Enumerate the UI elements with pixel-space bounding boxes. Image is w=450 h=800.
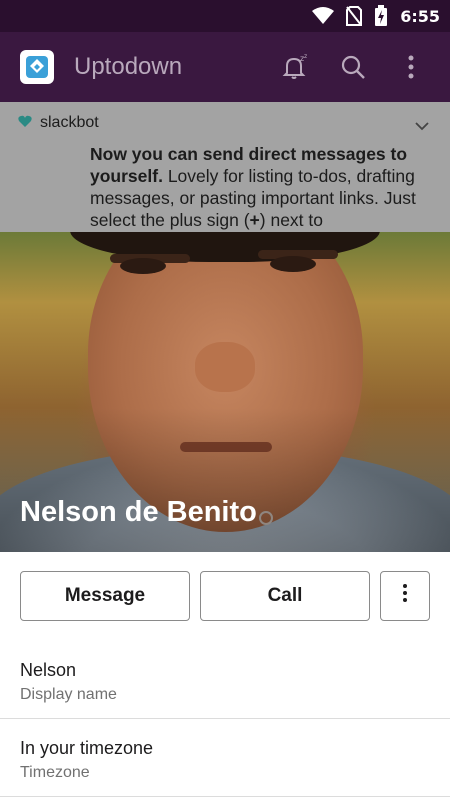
field-value: Nelson <box>20 660 77 680</box>
workspace-logo-icon[interactable] <box>20 50 54 84</box>
presence-icon <box>258 510 274 531</box>
call-button[interactable]: Call <box>200 571 370 621</box>
field-label: Display name <box>20 686 117 703</box>
status-time: 6:55 <box>400 6 440 26</box>
heart-icon <box>18 114 32 132</box>
field-display-name: Nelson Display name <box>0 646 450 724</box>
more-vertical-icon <box>402 583 408 609</box>
app-bar: Uptodown z z <box>0 32 450 102</box>
no-sim-icon <box>346 6 363 26</box>
search-icon[interactable] <box>324 38 382 96</box>
divider <box>0 796 450 797</box>
divider <box>0 718 450 719</box>
profile-actions: Message Call <box>20 571 430 621</box>
slackbot-message: Now you can send direct messages to your… <box>90 143 435 231</box>
field-label: Timezone <box>20 764 90 781</box>
wifi-icon <box>312 7 335 25</box>
chevron-down-icon[interactable] <box>414 118 430 136</box>
svg-text:z: z <box>304 53 307 60</box>
more-actions-button[interactable] <box>380 571 430 621</box>
message-plus-text: + <box>249 210 260 230</box>
status-bar: 6:55 <box>0 0 450 32</box>
workspace-name[interactable]: Uptodown <box>74 53 182 81</box>
profile-name: Nelson de Benito <box>20 496 257 528</box>
field-value: In your timezone <box>20 738 154 758</box>
battery-charging-icon <box>374 5 388 27</box>
field-timezone: In your timezone Timezone <box>0 724 450 800</box>
background-channel: slackbot Now you can send direct message… <box>0 102 450 232</box>
snooze-bell-icon[interactable]: z z <box>266 38 324 96</box>
profile-photo: Nelson de Benito <box>0 232 450 552</box>
channel-name: slackbot <box>40 114 99 131</box>
message-tail-text: ) next to <box>259 210 323 230</box>
more-vertical-icon[interactable] <box>382 38 440 96</box>
channel-header[interactable]: slackbot <box>18 114 99 132</box>
message-button[interactable]: Message <box>20 571 190 621</box>
